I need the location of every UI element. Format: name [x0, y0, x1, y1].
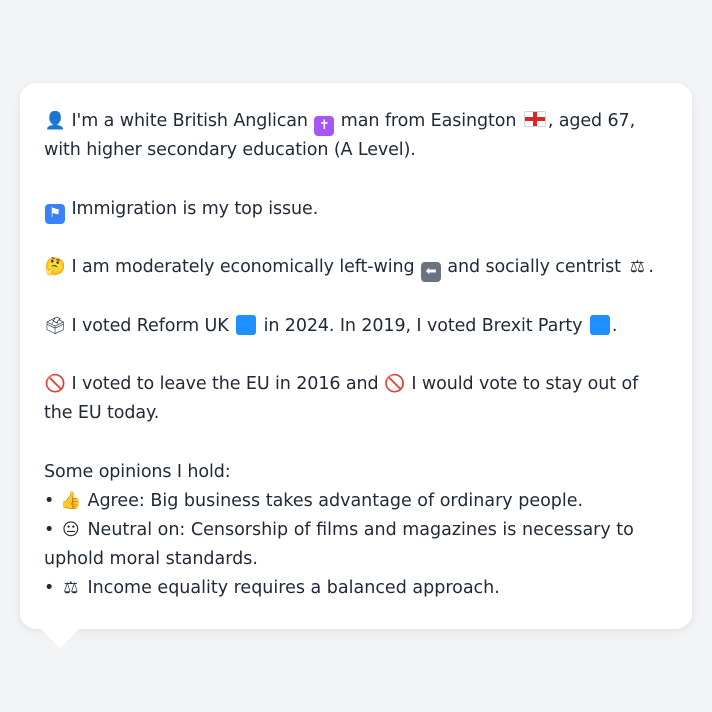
ballot-box-icon: 🗳 [44, 315, 66, 336]
eu-stance-paragraph: 🚫 I voted to leave the EU in 2016 and 🚫 … [44, 370, 668, 428]
flag-england-icon [523, 111, 546, 127]
opinion-item: • 😐 Neutral on: Censorship of films and … [44, 516, 668, 574]
left-arrow-icon: ⬅ [420, 262, 441, 282]
voting-history-paragraph: 🗳 I voted Reform UK in 2024. In 2019, I … [44, 312, 668, 341]
top-issue-paragraph: ⚑ Immigration is my top issue. [44, 195, 668, 224]
thinking-face-icon: 🤔 [44, 257, 66, 277]
balance-scale-icon: ⚖ [629, 257, 645, 277]
opinion-item: • ⚖ Income equality requires a balanced … [44, 574, 668, 603]
prohibited-icon: 🚫 [384, 374, 406, 394]
person-silhouette-icon: 👤 [44, 111, 66, 131]
message-bubble: 👤 I'm a white British Anglican ✝ man fro… [20, 83, 692, 629]
political-stance-paragraph: 🤔 I am moderately economically left-wing… [44, 253, 668, 282]
identity-paragraph: 👤 I'm a white British Anglican ✝ man fro… [44, 107, 668, 165]
thumbs-up-icon: 👍 [60, 490, 82, 511]
prohibited-icon: 🚫 [44, 374, 66, 394]
opinion-item: • 👍 Agree: Big business takes advantage … [44, 487, 668, 516]
latin-cross-icon: ✝ [314, 116, 335, 136]
opinions-heading: Some opinions I hold: [44, 461, 231, 482]
bubble-tail [40, 628, 80, 648]
blue-square-icon [589, 314, 610, 335]
blue-square-icon [236, 314, 257, 335]
balance-scale-icon: ⚖ [63, 577, 79, 598]
passport-control-icon: ⚑ [45, 203, 65, 224]
neutral-face-icon: 😐 [62, 519, 80, 540]
